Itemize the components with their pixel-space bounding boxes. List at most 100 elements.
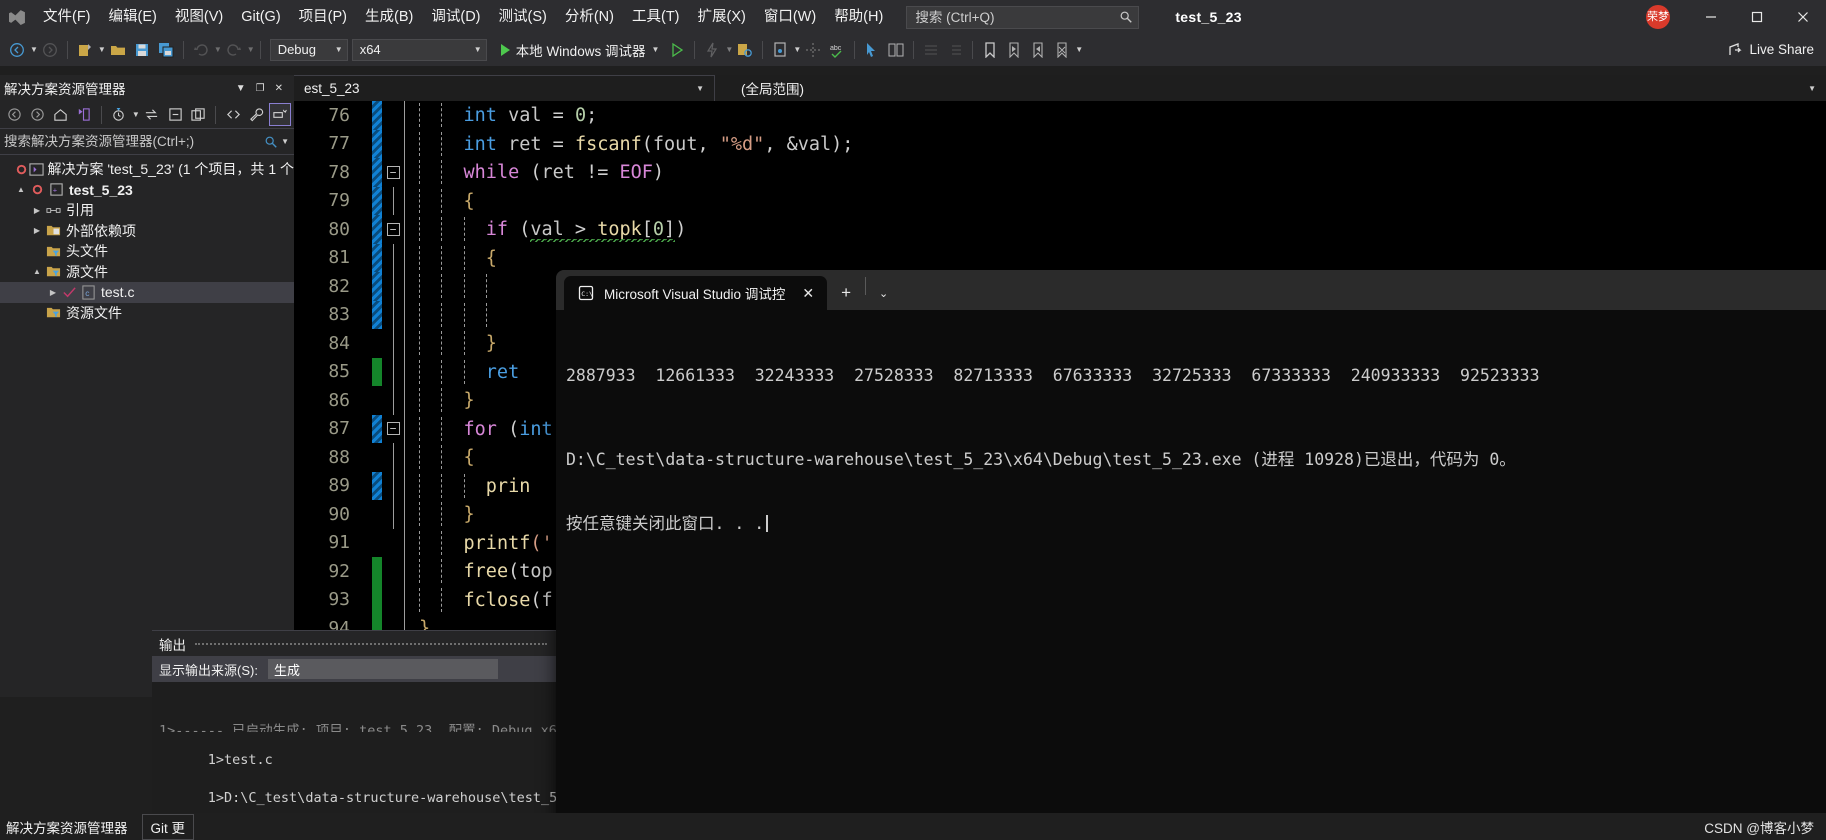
- menu-project[interactable]: 项目(P): [290, 0, 356, 34]
- start-without-debugging-icon[interactable]: [665, 37, 689, 63]
- bookmarks-overflow-caret-icon[interactable]: ▼: [1075, 45, 1083, 54]
- console-tab-dropdown-icon[interactable]: ⌄: [866, 276, 901, 310]
- solution-explorer-search[interactable]: ▼: [0, 129, 294, 155]
- menu-debug[interactable]: 调试(D): [422, 0, 489, 34]
- se-collapse-all-icon[interactable]: [164, 103, 186, 126]
- account-avatar[interactable]: 荣梦: [1646, 5, 1670, 29]
- solution-configuration-combo[interactable]: Debug ▼: [269, 38, 348, 61]
- debug-console-window[interactable]: C:\ Microsoft Visual Studio 调试控 ✕ + ⌄ 28…: [556, 270, 1826, 840]
- menu-extensions[interactable]: 扩展(X): [689, 0, 755, 34]
- menu-help[interactable]: 帮助(H): [825, 0, 892, 34]
- menu-build[interactable]: 生成(B): [356, 0, 422, 34]
- next-bookmark-icon[interactable]: [1026, 37, 1050, 63]
- run-caret-icon[interactable]: ▼: [651, 45, 659, 54]
- save-icon[interactable]: [130, 37, 154, 63]
- se-switch-views-icon[interactable]: [73, 103, 95, 126]
- open-file-icon[interactable]: [106, 37, 130, 63]
- clear-bookmarks-icon[interactable]: [1050, 37, 1074, 63]
- editor-scope-combo[interactable]: (全局范围) ▼: [714, 75, 1826, 101]
- tree-item-source-files[interactable]: ▲ 源文件: [0, 262, 294, 283]
- tree-item-test-c[interactable]: ▶ c test.c: [0, 282, 294, 303]
- tree-item-references[interactable]: ▶ 引用: [0, 200, 294, 221]
- collapse-icon[interactable]: −: [386, 222, 400, 236]
- new-project-icon[interactable]: [73, 37, 97, 63]
- search-options-caret-icon[interactable]: ▼: [281, 137, 289, 146]
- global-search-box[interactable]: [906, 5, 1140, 29]
- se-properties-icon[interactable]: [187, 103, 209, 126]
- navigate-back-icon[interactable]: [5, 37, 29, 63]
- memory-window-icon[interactable]: [768, 37, 792, 63]
- menu-git[interactable]: Git(G): [232, 0, 289, 34]
- console-output[interactable]: 2887933 12661333 32243333 27528333 82713…: [556, 310, 1826, 578]
- menu-bar: 文件(F) 编辑(E) 视图(V) Git(G) 项目(P) 生成(B) 调试(…: [0, 0, 1826, 34]
- solution-platform-combo[interactable]: x64 ▼: [351, 38, 487, 61]
- panel-menu-chevron-icon[interactable]: ▼: [231, 83, 251, 94]
- menu-file[interactable]: 文件(F): [34, 0, 100, 34]
- expander-project-icon[interactable]: ▲: [14, 185, 28, 194]
- tree-item-solution[interactable]: 解决方案 'test_5_23' (1 个项目，共 1 个: [0, 159, 294, 180]
- scope-caret-icon[interactable]: ▼: [1808, 84, 1816, 93]
- menu-window[interactable]: 窗口(W): [755, 0, 825, 34]
- fold-margin[interactable]: −: [382, 422, 404, 436]
- pointer-select-icon[interactable]: [860, 37, 884, 63]
- se-back-icon[interactable]: [3, 103, 25, 126]
- maximize-button[interactable]: [1734, 0, 1780, 34]
- se-pending-caret-icon[interactable]: ▼: [132, 110, 140, 119]
- editor-tab-caret-icon[interactable]: ▼: [696, 84, 704, 93]
- fold-margin[interactable]: −: [382, 222, 404, 236]
- minimize-button[interactable]: [1688, 0, 1734, 34]
- menu-view[interactable]: 视图(V): [166, 0, 232, 34]
- panel-maximize-icon[interactable]: ❐: [251, 83, 270, 94]
- menu-test[interactable]: 测试(S): [490, 0, 556, 34]
- se-wrench-icon[interactable]: [246, 103, 268, 126]
- se-pending-changes-icon[interactable]: [108, 103, 130, 126]
- start-debugging-button[interactable]: 本地 Windows 调试器 ▼: [495, 37, 666, 63]
- console-tab[interactable]: C:\ Microsoft Visual Studio 调试控 ✕: [564, 276, 828, 310]
- search-icon-solution[interactable]: [264, 135, 278, 149]
- collapse-icon[interactable]: −: [386, 422, 400, 436]
- memory-caret-icon[interactable]: ▼: [793, 45, 801, 54]
- compare-files-icon[interactable]: [884, 37, 908, 63]
- expander-external-deps-icon[interactable]: ▶: [30, 226, 44, 235]
- save-all-icon[interactable]: [154, 37, 178, 63]
- console-tab-close-icon[interactable]: ✕: [795, 285, 821, 302]
- se-show-all-files-icon[interactable]: [222, 103, 244, 126]
- output-drag-dots[interactable]: [195, 642, 547, 645]
- menu-tools[interactable]: 工具(T): [623, 0, 689, 34]
- editor-tab-test-c[interactable]: est_5_23 ▼: [294, 75, 714, 101]
- close-button[interactable]: [1780, 0, 1826, 34]
- se-view-options-icon[interactable]: [268, 103, 291, 126]
- se-home-icon[interactable]: [49, 103, 71, 126]
- toggle-bookmark-icon[interactable]: [978, 37, 1002, 63]
- menu-analyze[interactable]: 分析(N): [556, 0, 623, 34]
- live-share-button[interactable]: Live Share: [1727, 42, 1826, 58]
- search-input[interactable]: [915, 9, 1120, 25]
- se-sync-with-active-document-icon[interactable]: [141, 103, 163, 126]
- menu-edit[interactable]: 编辑(E): [100, 0, 166, 34]
- expander-source-icon[interactable]: ▲: [30, 267, 44, 276]
- previous-bookmark-icon[interactable]: [1002, 37, 1026, 63]
- tree-item-header-files[interactable]: 头文件: [0, 241, 294, 262]
- new-project-caret-icon[interactable]: ▼: [98, 45, 106, 54]
- tree-item-resource-files[interactable]: 资源文件: [0, 303, 294, 324]
- expander-references-icon[interactable]: ▶: [30, 206, 44, 215]
- status-solution-explorer-label[interactable]: 解决方案资源管理器: [0, 817, 134, 837]
- status-git-button[interactable]: Git 更: [141, 813, 195, 840]
- expander-testc-icon[interactable]: ▶: [46, 288, 60, 297]
- se-forward-icon[interactable]: [26, 103, 48, 126]
- console-new-tab-button[interactable]: +: [827, 276, 865, 310]
- intellicode-icon[interactable]: [801, 37, 825, 63]
- spellcheck-icon[interactable]: abc: [825, 37, 849, 63]
- tree-item-project[interactable]: ▲ + test_5_23: [0, 180, 294, 201]
- select-in-solution-explorer-icon[interactable]: [733, 37, 757, 63]
- tree-item-external-deps[interactable]: ▶ 外部依赖项: [0, 221, 294, 242]
- panel-close-icon[interactable]: ✕: [270, 83, 288, 94]
- solution-search-input[interactable]: [4, 134, 265, 149]
- line-number: 92: [328, 560, 350, 582]
- output-source-combo[interactable]: 生成: [267, 659, 498, 679]
- back-dropdown-caret-icon[interactable]: ▼: [30, 45, 38, 54]
- collapse-icon[interactable]: −: [386, 165, 400, 179]
- change-marker: [372, 215, 382, 244]
- toolbar-separator-6: [854, 40, 856, 59]
- fold-margin[interactable]: −: [382, 165, 404, 179]
